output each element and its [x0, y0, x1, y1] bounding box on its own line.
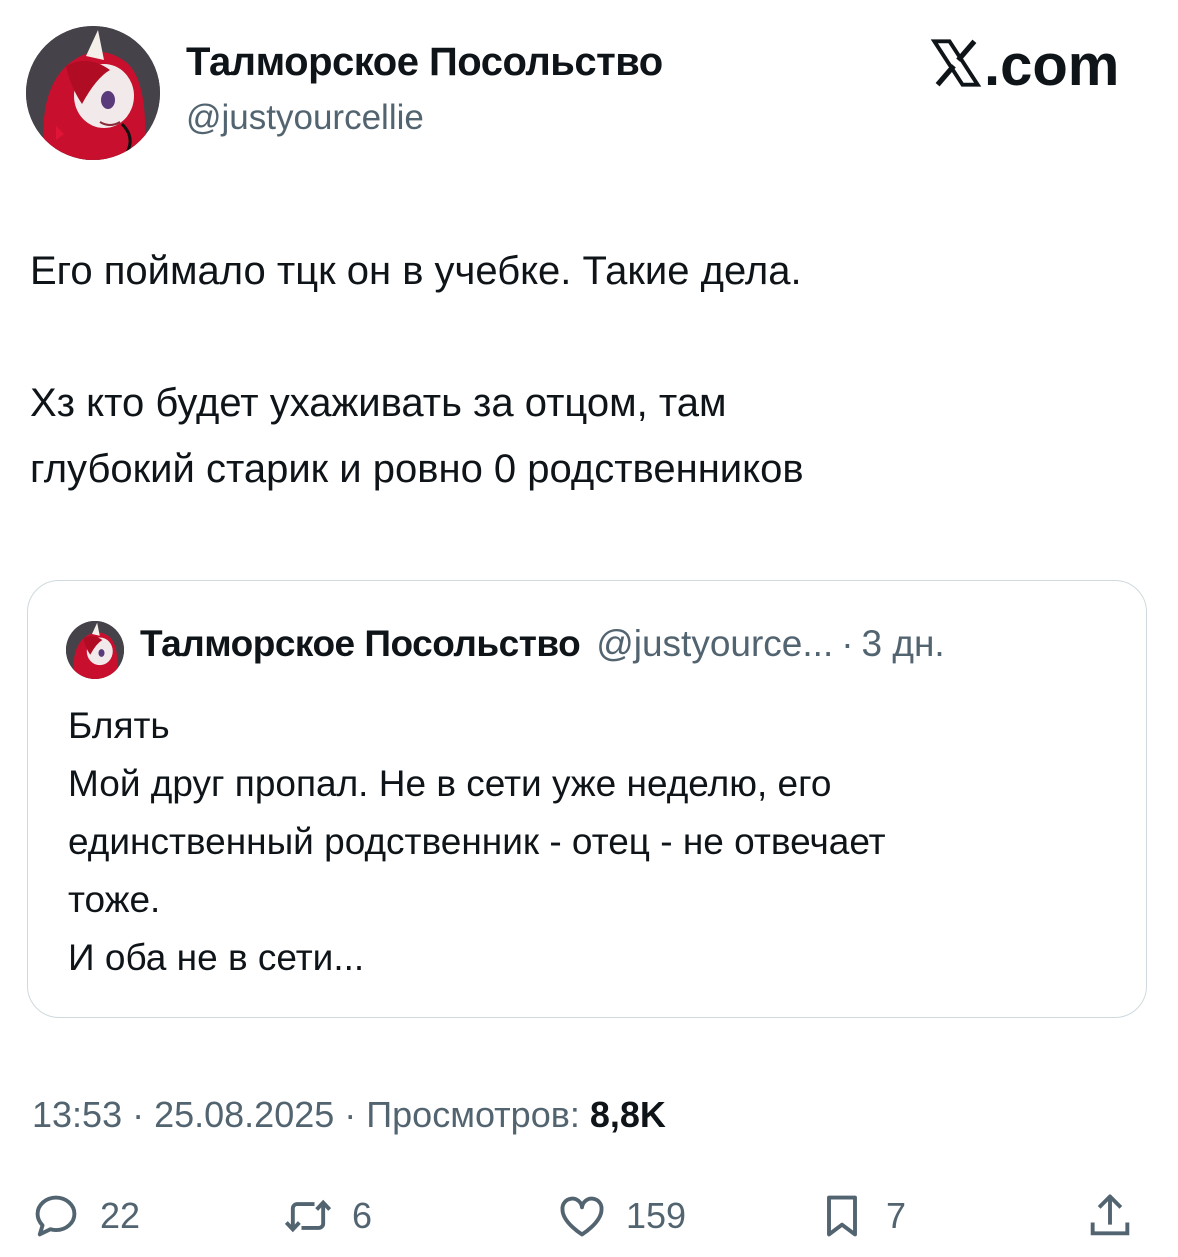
avatar-image — [66, 621, 124, 679]
tweet-date[interactable]: 25.08.2025 — [154, 1094, 334, 1135]
reply-count: 22 — [100, 1195, 141, 1236]
x-logo: .com — [930, 32, 1119, 99]
quoted-separator: · — [841, 623, 854, 664]
like-button[interactable]: 159 — [556, 1186, 686, 1246]
x-icon — [930, 39, 982, 87]
reply-button[interactable]: 22 — [30, 1186, 140, 1246]
bookmark-icon — [827, 1195, 857, 1237]
repost-icon — [284, 1199, 332, 1233]
quoted-timestamp: 3 дн. — [861, 623, 945, 664]
tweet-meta: 13:53 · 25.08.2025 · Просмотров: 8,8K — [32, 1094, 666, 1136]
quoted-author-avatar — [66, 621, 124, 679]
author-avatar[interactable] — [26, 26, 160, 160]
author-display-name[interactable]: Талморское Посольство — [186, 40, 663, 85]
quoted-tweet-card[interactable]: Талморское Посольство @justyource... · 3… — [27, 580, 1147, 1018]
bookmark-button[interactable]: 7 — [816, 1186, 906, 1246]
repost-count: 6 — [352, 1195, 373, 1236]
action-bar: 22 6 159 7 — [0, 1186, 1178, 1246]
meta-separator: · — [334, 1094, 367, 1135]
avatar-image — [26, 26, 160, 160]
views-count: 8,8K — [589, 1094, 666, 1135]
bookmark-count: 7 — [886, 1195, 907, 1236]
quoted-author-handle: @justyource... — [596, 623, 834, 664]
like-icon — [560, 1196, 604, 1237]
tweet-time[interactable]: 13:53 — [32, 1094, 122, 1135]
views-label: Просмотров: — [366, 1094, 580, 1135]
share-button[interactable] — [1084, 1186, 1154, 1246]
quoted-tweet-header: Талморское Посольство @justyource... · 3… — [140, 623, 945, 665]
reply-icon — [35, 1195, 77, 1237]
tweet-text: Его поймало тцк он в учебке. Такие дела.… — [30, 249, 804, 491]
quoted-author-name: Талморское Посольство — [140, 623, 581, 664]
quoted-tweet-text: Блять Мой друг пропал. Не в сети уже нед… — [68, 705, 886, 978]
share-icon — [1090, 1194, 1130, 1236]
like-count: 159 — [626, 1195, 687, 1236]
repost-button[interactable]: 6 — [282, 1186, 372, 1246]
author-handle[interactable]: @justyourcellie — [186, 98, 424, 138]
x-logo-suffix: .com — [984, 33, 1120, 98]
meta-separator: · — [122, 1094, 155, 1135]
